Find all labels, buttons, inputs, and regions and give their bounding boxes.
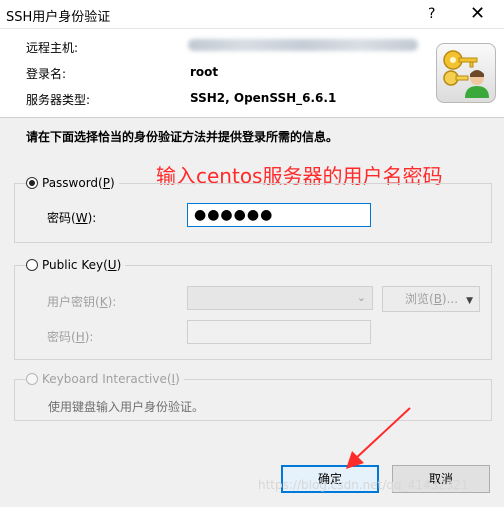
user-key-select[interactable]: ⌄ (187, 286, 373, 310)
public-key-radio[interactable]: Public Key(U) (26, 258, 126, 272)
watermark: https://blog.csdn.net/qq_41432321 (258, 478, 469, 492)
keyboard-interactive-radio[interactable]: Keyboard Interactive(I) (26, 372, 184, 386)
remote-host-value-blurred (188, 39, 418, 51)
password-radio[interactable]: Password(P) (26, 176, 119, 190)
radio-unselected-icon (26, 259, 38, 271)
browse-button-label: 浏览(B)... (405, 292, 459, 306)
keyboard-interactive-note: 使用键盘输入用户身份验证。 (48, 400, 205, 414)
chevron-down-icon: ⌄ (356, 291, 366, 304)
keyboard-interactive-label: Keyboard Interactive(I) (42, 372, 180, 386)
window-title: SSH用户身份验证 (6, 10, 111, 25)
close-icon[interactable]: ✕ (470, 3, 485, 24)
user-key-label: 用户密钥(K): (47, 295, 117, 309)
remote-host-label: 远程主机: (26, 41, 79, 55)
username-label: 登录名: (26, 67, 67, 81)
instruction-text: 请在下面选择恰当的身份验证方法并提供登录所需的信息。 (26, 130, 339, 144)
dropdown-arrow-icon: ▼ (466, 296, 473, 306)
username-value: root (190, 65, 219, 79)
radio-disabled-icon (26, 373, 38, 385)
server-type-value: SSH2, OpenSSH_6.6.1 (190, 91, 337, 105)
keys-user-icon (436, 43, 496, 103)
passphrase-input[interactable] (187, 320, 371, 344)
connection-info-panel: 远程主机: 登录名: root 服务器类型: SSH2, OpenSSH_6.6… (0, 29, 504, 118)
public-key-group (14, 265, 492, 360)
public-key-radio-label: Public Key(U) (42, 258, 122, 272)
password-input[interactable]: ●●●●●● (187, 203, 371, 227)
password-field-label: 密码(W): (47, 211, 97, 225)
title-bar: SSH用户身份验证 ? ✕ (0, 0, 504, 29)
red-arrow-icon (346, 407, 411, 469)
password-radio-label: Password(P) (42, 176, 115, 190)
radio-selected-icon (26, 177, 38, 189)
passphrase-label: 密码(H): (47, 330, 94, 344)
server-type-label: 服务器类型: (26, 93, 91, 107)
browse-button[interactable]: 浏览(B)... ▼ (382, 286, 480, 312)
help-button[interactable]: ? (428, 6, 435, 22)
